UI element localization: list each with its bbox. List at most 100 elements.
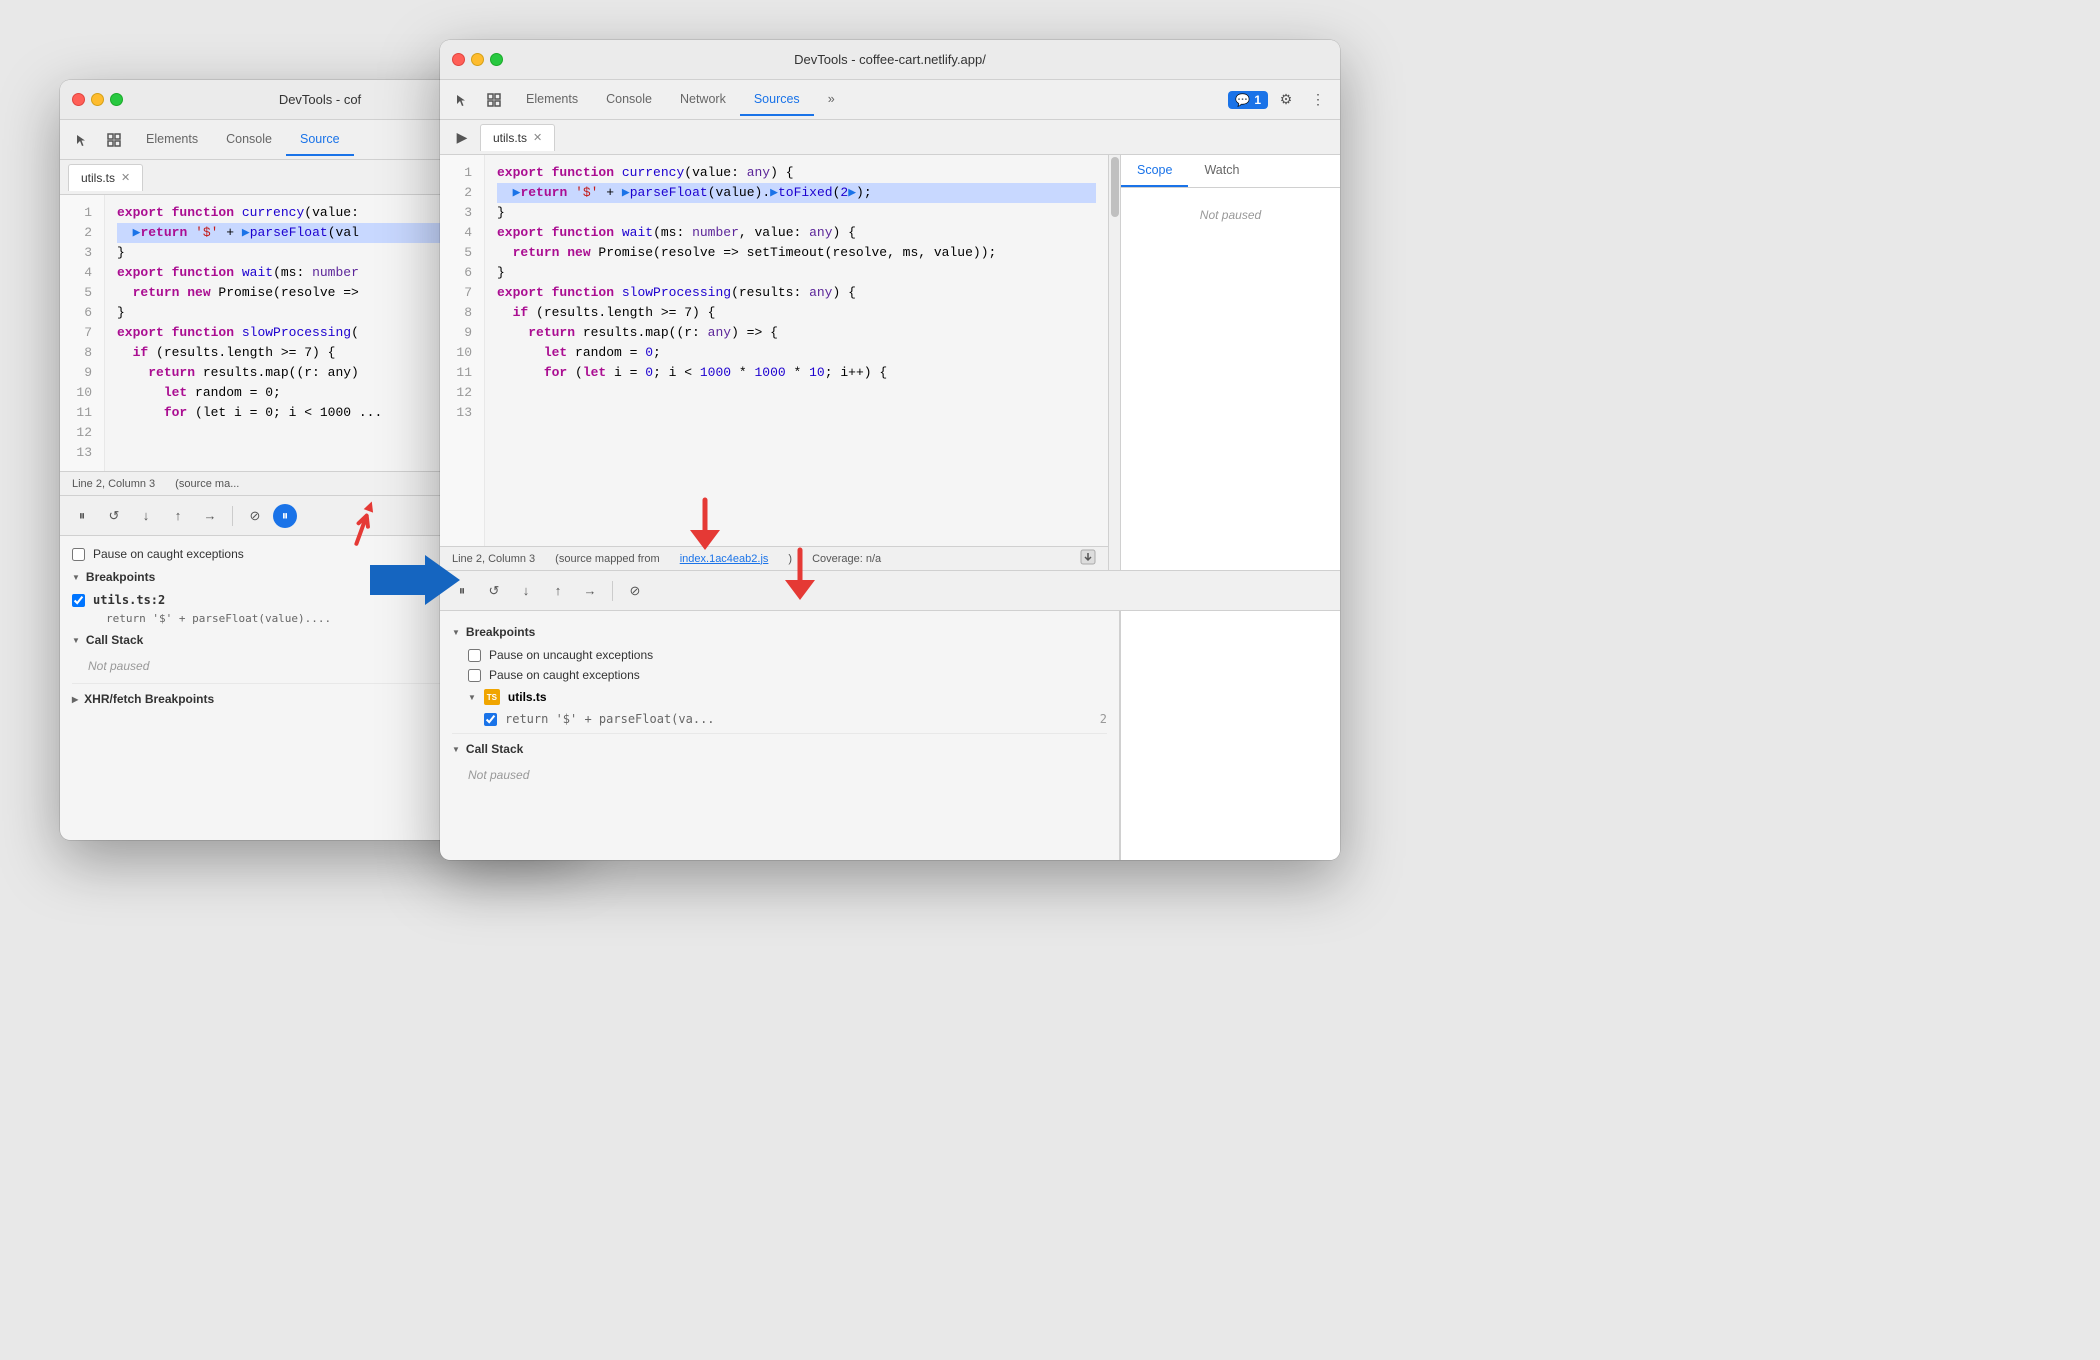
cursor-icon-front[interactable]	[448, 86, 476, 114]
resume-btn-front[interactable]: ↺	[480, 577, 508, 605]
devtools-window-front: DevTools - coffee-cart.netlify.app/ Elem…	[440, 40, 1340, 860]
menu-icon-front[interactable]: ⋮	[1304, 86, 1332, 114]
inspect-icon-front[interactable]	[480, 86, 508, 114]
bp-file-item: TS utils.ts	[452, 685, 1107, 709]
breakpoints-arrow-back	[72, 572, 80, 583]
breakpoints-header-front[interactable]: Breakpoints	[452, 619, 1107, 645]
nav-tabs-front: Elements Console Network Sources »	[512, 84, 1224, 116]
file-tab-bar-front: ▶ utils.ts ✕	[440, 120, 1340, 155]
code-right-split: 1 2 3 4 5 6 7 8 9 10 11 12 13	[440, 155, 1340, 570]
status-source-middle: (source mapped from	[555, 553, 660, 565]
file-tab-name-back: utils.ts	[81, 171, 115, 185]
call-stack-header-front[interactable]: Call Stack	[452, 733, 1107, 762]
close-button-back[interactable]	[72, 93, 85, 106]
minimize-button-front[interactable]	[471, 53, 484, 66]
status-position-front: Line 2, Column 3	[452, 553, 535, 565]
code-area-front: 1 2 3 4 5 6 7 8 9 10 11 12 13	[440, 155, 1108, 570]
xhr-label-back: XHR/fetch Breakpoints	[84, 692, 214, 706]
call-stack-label-front: Call Stack	[466, 742, 523, 756]
tab-sources-front[interactable]: Sources	[740, 84, 814, 116]
pause-uncaught-label: Pause on uncaught exceptions	[489, 648, 653, 662]
file-tab-utils-front[interactable]: utils.ts ✕	[480, 124, 555, 151]
message-badge-front[interactable]: 💬1	[1228, 91, 1268, 109]
tab-more-front[interactable]: »	[814, 84, 849, 116]
breakpoints-label-front: Breakpoints	[466, 625, 535, 639]
tab-console-back[interactable]: Console	[212, 124, 286, 156]
scope-tab[interactable]: Scope	[1121, 155, 1188, 187]
pause-caught-checkbox-front[interactable]	[468, 669, 481, 682]
breakpoints-label-back: Breakpoints	[86, 570, 155, 584]
pause-caught-input-back[interactable]	[72, 548, 85, 561]
bottom-panel-front: Breakpoints Pause on uncaught exceptions…	[440, 610, 1340, 860]
tab-network-front[interactable]: Network	[666, 84, 740, 116]
cursor-icon[interactable]	[68, 126, 96, 154]
code-lines-front: export function currency(value: any) { ▶…	[485, 155, 1108, 546]
status-coverage: Coverage: n/a	[812, 553, 881, 565]
debug-divider-back	[232, 506, 233, 526]
status-source-link[interactable]: index.1ac4eab2.js	[680, 553, 769, 565]
step-into-btn-front[interactable]: ↑	[544, 577, 572, 605]
step-over-btn-front[interactable]: ↓	[512, 577, 540, 605]
pause-blue-btn-back[interactable]: ⏸	[273, 504, 297, 528]
main-content-front: ▶ utils.ts ✕ 1 2 3 4 5 6 7	[440, 120, 1340, 860]
line-numbers-back: 1 2 3 4 5 6 7 8 9 10 11 12 13	[60, 195, 105, 471]
pause-caught-item-front: Pause on caught exceptions	[452, 665, 1107, 685]
debug-toolbar-front: ⏸ ↺ ↓ ↑ → ⊘	[440, 570, 1340, 610]
step-out-btn-front[interactable]: →	[576, 577, 604, 605]
call-stack-arrow-front	[452, 744, 460, 755]
title-bar-front: DevTools - coffee-cart.netlify.app/	[440, 40, 1340, 80]
file-tab-close-front[interactable]: ✕	[533, 131, 542, 144]
tab-sources-back[interactable]: Source	[286, 124, 354, 156]
code-editor-front: 1 2 3 4 5 6 7 8 9 10 11 12 13	[440, 155, 1108, 546]
tab-console-front[interactable]: Console	[592, 84, 666, 116]
right-panel-front: Scope Watch Not paused	[1120, 155, 1340, 570]
settings-icon-front[interactable]: ⚙	[1272, 86, 1300, 114]
pause-btn-back[interactable]: ⏸	[68, 502, 96, 530]
scrollbar-thumb[interactable]	[1111, 157, 1119, 217]
close-button-front[interactable]	[452, 53, 465, 66]
right-panel-tabs: Scope Watch	[1121, 155, 1340, 188]
call-stack-label-back: Call Stack	[86, 633, 143, 647]
bp-filename-back: utils.ts:2	[93, 593, 165, 607]
tab-elements-front[interactable]: Elements	[512, 84, 592, 116]
deactivate-btn-front[interactable]: ⊘	[621, 577, 649, 605]
status-bar-front: Line 2, Column 3 (source mapped from ind…	[440, 546, 1108, 570]
file-tab-close-back[interactable]: ✕	[121, 171, 130, 184]
bp-filename-front: utils.ts	[508, 690, 547, 704]
bp-code-item: return '$' + parseFloat(va... 2	[452, 709, 1107, 729]
deactivate-btn-back[interactable]: ⊘	[241, 502, 269, 530]
maximize-button-back[interactable]	[110, 93, 123, 106]
pause-uncaught-checkbox[interactable]	[468, 649, 481, 662]
pause-caught-label-back: Pause on caught exceptions	[93, 547, 244, 561]
scope-not-paused: Not paused	[1121, 188, 1340, 242]
bp-checkbox-back[interactable]	[72, 594, 85, 607]
step-into-btn-back[interactable]: ↑	[164, 502, 192, 530]
ts-file-icon: TS	[484, 689, 500, 705]
line-numbers-front: 1 2 3 4 5 6 7 8 9 10 11 12 13	[440, 155, 485, 546]
window-title-front: DevTools - coffee-cart.netlify.app/	[794, 52, 986, 67]
step-over-btn-back[interactable]: ↓	[132, 502, 160, 530]
status-position-back: Line 2, Column 3	[72, 478, 155, 490]
bp-code-checkbox[interactable]	[484, 713, 497, 726]
watch-tab[interactable]: Watch	[1188, 155, 1255, 187]
bottom-right-scope	[1120, 611, 1340, 860]
file-tab-utils-back[interactable]: utils.ts ✕	[68, 164, 143, 191]
xhr-arrow-back	[72, 694, 78, 705]
bp-code-line: 2	[1100, 712, 1107, 726]
window-title-back: DevTools - cof	[279, 92, 361, 107]
traffic-lights-back	[72, 93, 123, 106]
step-out-btn-back[interactable]: →	[196, 502, 224, 530]
bp-file-arrow	[468, 692, 476, 703]
minimize-button-back[interactable]	[91, 93, 104, 106]
pause-btn-front[interactable]: ⏸	[448, 577, 476, 605]
file-tab-name-front: utils.ts	[493, 131, 527, 145]
play-icon-front[interactable]: ▶	[448, 123, 476, 151]
tab-elements-back[interactable]: Elements	[132, 124, 212, 156]
call-stack-not-paused-front: Not paused	[452, 762, 1107, 788]
download-icon[interactable]	[1080, 549, 1096, 568]
status-source-back: (source ma...	[175, 478, 239, 490]
resume-btn-back[interactable]: ↺	[100, 502, 128, 530]
pause-caught-label-front: Pause on caught exceptions	[489, 668, 640, 682]
maximize-button-front[interactable]	[490, 53, 503, 66]
inspect-icon[interactable]	[100, 126, 128, 154]
